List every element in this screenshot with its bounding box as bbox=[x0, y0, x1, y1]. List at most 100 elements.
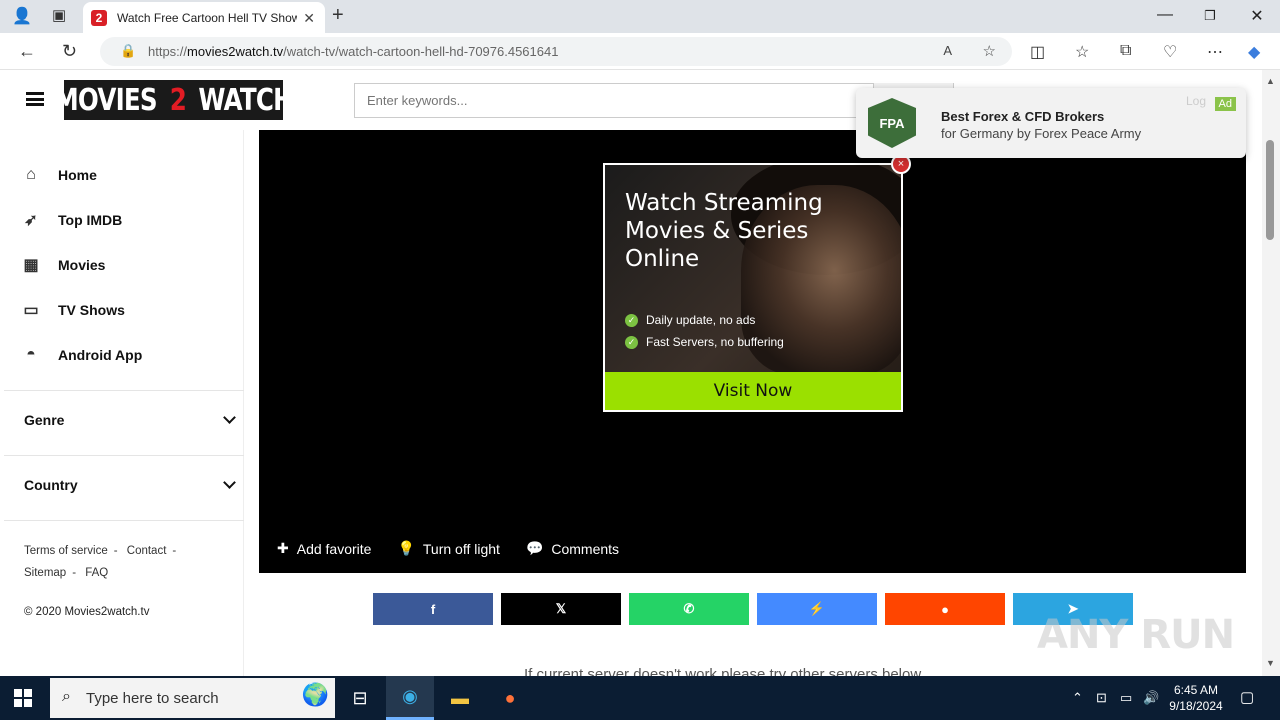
anyrun-watermark: ANY RUN bbox=[1037, 612, 1235, 658]
edge-icon[interactable]: ◉ bbox=[386, 676, 434, 720]
ad-bullet: ✓ Daily update, no ads bbox=[625, 313, 755, 327]
chevron-down-icon bbox=[223, 411, 236, 424]
comments-icon: 💬 bbox=[525, 540, 544, 556]
sidebar-item-top-imdb[interactable]: ➶ Top IMDB bbox=[20, 205, 122, 235]
url-prefix: https:// bbox=[148, 44, 188, 59]
lightbulb-icon: 💡 bbox=[397, 540, 415, 556]
copilot-icon[interactable]: ◆ bbox=[1248, 42, 1260, 62]
clock[interactable]: 6:45 AM 9/18/2024 bbox=[1168, 682, 1224, 714]
url-field[interactable]: 🔒 https://movies2watch.tv/watch-tv/watch… bbox=[100, 37, 1012, 66]
windows-start-icon[interactable] bbox=[14, 689, 32, 707]
turn-off-light-button[interactable]: 💡 Turn off light bbox=[397, 540, 499, 557]
browser-essentials-icon[interactable]: ♡ bbox=[1163, 42, 1177, 62]
logo-two: 2 bbox=[170, 82, 187, 118]
terms-link[interactable]: Terms of service bbox=[24, 545, 108, 557]
sidebar-item-movies[interactable]: ▦ Movies bbox=[20, 250, 105, 280]
ad-headline: Watch Streaming Movies & Series Online bbox=[625, 190, 823, 272]
share-facebook-button[interactable]: f bbox=[373, 593, 493, 625]
page-scrollbar[interactable]: ▲ ▼ bbox=[1262, 70, 1280, 676]
footer-links: Terms of service - Contact - Sitemap - FAQ bbox=[24, 545, 177, 579]
ad-banner[interactable]: Watch Streaming Movies & Series Online ✓… bbox=[603, 163, 903, 412]
logo-watch: WATCH bbox=[198, 82, 294, 118]
scroll-up-icon[interactable]: ▲ bbox=[1266, 76, 1275, 86]
task-view-icon[interactable]: ⊟ bbox=[336, 676, 384, 720]
push-notification-ad[interactable]: Log FPA Best Forex & CFD Brokers for Ger… bbox=[856, 88, 1246, 158]
web-page: MOVIES 2 WATCH ⌂ Home ➶ Top IMDB ▦ Movies ▭ TV… bbox=[4, 70, 1262, 676]
home-icon: ⌂ bbox=[26, 166, 36, 183]
add-favorite-button[interactable]: ✚ Add favorite bbox=[277, 540, 371, 557]
faq-link[interactable]: FAQ bbox=[85, 567, 108, 579]
windows-taskbar: ⌕ Type here to search 🌍 ⊟ ◉ ▬ ● ⌃ ⊡ ▭ 🔊 … bbox=[0, 676, 1280, 720]
taskbar-search[interactable]: ⌕ Type here to search 🌍 bbox=[50, 678, 335, 718]
fpa-logo: FPA bbox=[868, 98, 916, 148]
file-explorer-icon[interactable]: ▬ bbox=[436, 676, 484, 720]
tv-icon: ▭ bbox=[23, 302, 39, 319]
notification-subtitle: for Germany by Forex Peace Army bbox=[941, 126, 1142, 141]
scroll-down-icon[interactable]: ▼ bbox=[1266, 658, 1275, 668]
back-icon[interactable]: ← bbox=[18, 41, 36, 62]
sidebar-item-android-app[interactable]: ◓ Android App bbox=[20, 340, 142, 370]
hamburger-menu-icon[interactable] bbox=[26, 92, 44, 106]
copyright: © 2020 Movies2watch.tv bbox=[24, 606, 150, 618]
window-close-icon[interactable]: ✕ bbox=[1247, 6, 1267, 26]
notification-title: Best Forex & CFD Brokers bbox=[941, 109, 1105, 124]
country-toggle[interactable]: Country bbox=[24, 473, 236, 497]
volume-icon[interactable]: 🔊 bbox=[1143, 690, 1159, 706]
contact-link[interactable]: Contact bbox=[127, 545, 167, 557]
address-bar-row: ← ↻ 🔒 https://movies2watch.tv/watch-tv/w… bbox=[0, 33, 1280, 70]
sidebar-divider bbox=[4, 390, 244, 391]
share-messenger-button[interactable]: ⚡ bbox=[757, 593, 877, 625]
sidebar-item-home[interactable]: ⌂ Home bbox=[20, 160, 97, 190]
collections-icon[interactable]: ⧉ bbox=[1120, 42, 1131, 60]
restore-icon[interactable]: ❐ bbox=[1200, 8, 1220, 24]
sidebar-item-tv-shows[interactable]: ▭ TV Shows bbox=[20, 295, 125, 325]
share-whatsapp-button[interactable]: ✆ bbox=[629, 593, 749, 625]
genre-toggle[interactable]: Genre bbox=[24, 408, 236, 432]
search-icon: ⌕ bbox=[62, 688, 71, 705]
country-label: Country bbox=[24, 477, 78, 493]
more-menu-icon[interactable]: ⋯ bbox=[1207, 42, 1223, 62]
rocket-icon: ➶ bbox=[24, 212, 38, 229]
browser-tab[interactable]: 2 Watch Free Cartoon Hell TV Show ✕ bbox=[83, 2, 325, 33]
profile-icon[interactable]: 👤 bbox=[12, 6, 32, 26]
url-path: /watch-tv/watch-cartoon-hell-hd-70976.45… bbox=[283, 44, 559, 59]
share-buttons: f 𝕏 ✆ ⚡ ● ➤ bbox=[373, 593, 1141, 625]
tab-close-icon[interactable]: ✕ bbox=[303, 10, 315, 27]
android-icon: ◓ bbox=[26, 346, 36, 363]
sitemap-link[interactable]: Sitemap bbox=[24, 567, 66, 579]
check-icon: ✓ bbox=[625, 335, 638, 349]
sidebar-item-label: Movies bbox=[58, 257, 106, 273]
notification-center-icon[interactable]: ▢ bbox=[1240, 688, 1254, 706]
tab-favicon: 2 bbox=[91, 9, 107, 26]
read-aloud-icon[interactable]: A bbox=[943, 43, 952, 58]
visit-now-button[interactable]: Visit Now bbox=[605, 372, 901, 410]
film-icon: ▦ bbox=[23, 257, 39, 274]
video-player[interactable]: Watch Streaming Movies & Series Online ✓… bbox=[259, 130, 1246, 573]
share-reddit-button[interactable]: ● bbox=[885, 593, 1005, 625]
split-screen-icon[interactable]: ◫ bbox=[1030, 42, 1045, 62]
network-icon[interactable]: ⊡ bbox=[1096, 690, 1107, 706]
site-logo[interactable]: MOVIES 2 WATCH bbox=[55, 80, 294, 120]
tab-actions-icon[interactable]: ▣ bbox=[52, 6, 66, 24]
comments-button[interactable]: 💬 Comments bbox=[526, 540, 619, 557]
sidebar: ⌂ Home ➶ Top IMDB ▦ Movies ▭ TV Shows ◓ Andro… bbox=[4, 130, 244, 676]
search-highlight-icon: 🌍 bbox=[301, 682, 329, 707]
sidebar-divider bbox=[4, 455, 244, 456]
minimize-icon[interactable]: — bbox=[1155, 6, 1175, 24]
new-tab-icon[interactable]: + bbox=[332, 4, 344, 27]
ad-badge: Ad bbox=[1214, 97, 1236, 111]
plus-icon: ✚ bbox=[277, 540, 289, 556]
scrollbar-thumb[interactable] bbox=[1266, 140, 1274, 240]
favorite-star-icon[interactable]: ☆ bbox=[983, 42, 996, 60]
sidebar-item-label: Top IMDB bbox=[58, 212, 123, 228]
chevron-down-icon bbox=[223, 476, 236, 489]
tray-chevron-icon[interactable]: ⌃ bbox=[1072, 690, 1083, 706]
sidebar-item-label: TV Shows bbox=[58, 302, 125, 318]
share-x-button[interactable]: 𝕏 bbox=[501, 593, 621, 625]
clock-date: 9/18/2024 bbox=[1169, 699, 1223, 713]
refresh-icon[interactable]: ↻ bbox=[62, 41, 77, 62]
search-input[interactable] bbox=[355, 84, 870, 117]
monitor-icon[interactable]: ▭ bbox=[1120, 690, 1132, 706]
firefox-icon[interactable]: ● bbox=[486, 676, 534, 720]
favorites-icon[interactable]: ☆ bbox=[1075, 42, 1089, 62]
